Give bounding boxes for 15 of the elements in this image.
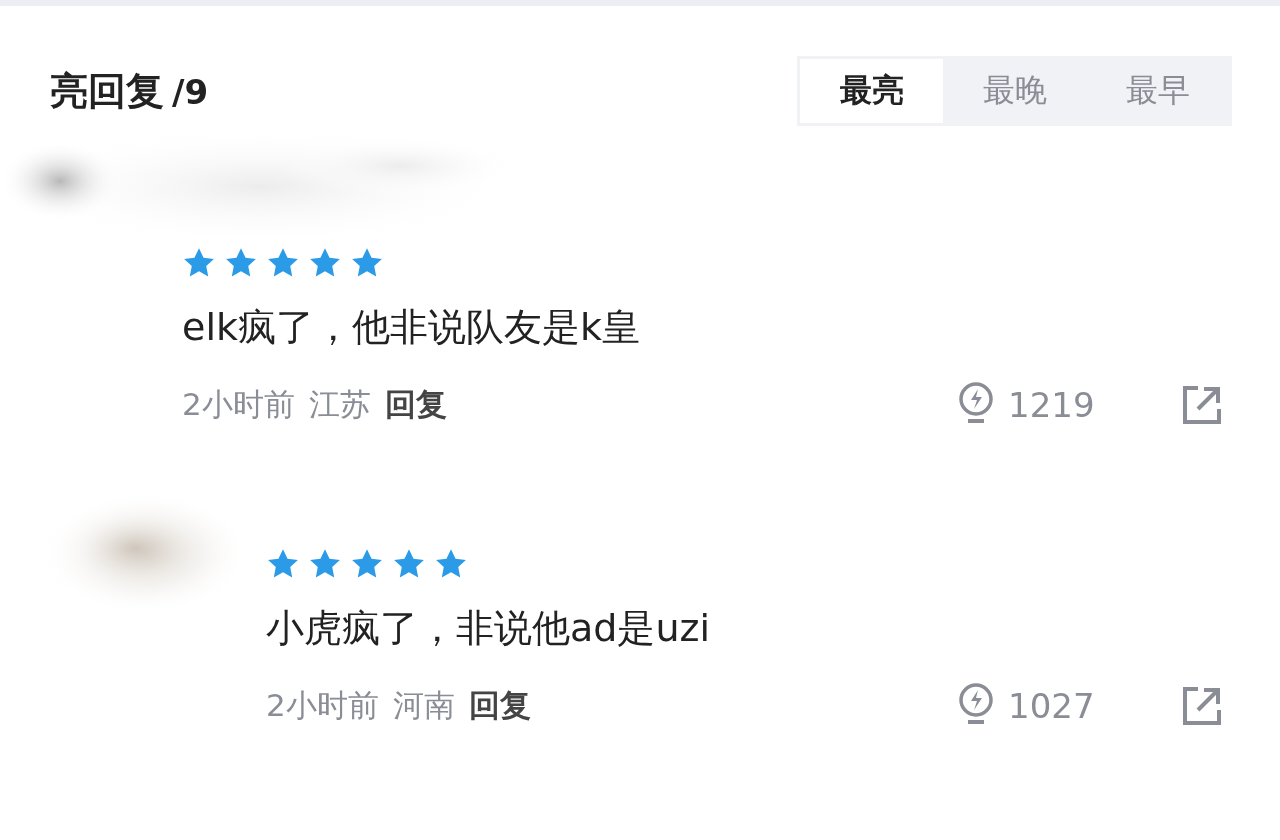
reply-count: /9 <box>172 71 209 112</box>
comment-time: 2小时前 <box>182 385 295 424</box>
sort-tab[interactable]: 最亮 <box>800 59 943 123</box>
comment-text: 小虎疯了，非说他ad是uzi <box>266 605 711 652</box>
comment-location: 河南 <box>392 686 455 725</box>
share-icon[interactable] <box>1182 686 1222 726</box>
section-title: 亮回复 <box>50 67 164 115</box>
reply-link[interactable]: 回复 <box>384 384 447 426</box>
comment-text: elk疯了，他非说队友是k皇 <box>182 304 641 351</box>
like-count: 1219 <box>1008 385 1096 425</box>
like-count: 1027 <box>1008 686 1096 726</box>
share-icon[interactable] <box>1182 385 1222 425</box>
comment-location: 江苏 <box>308 385 371 424</box>
comment-time: 2小时前 <box>266 686 379 725</box>
reply-link[interactable]: 回复 <box>468 685 531 727</box>
